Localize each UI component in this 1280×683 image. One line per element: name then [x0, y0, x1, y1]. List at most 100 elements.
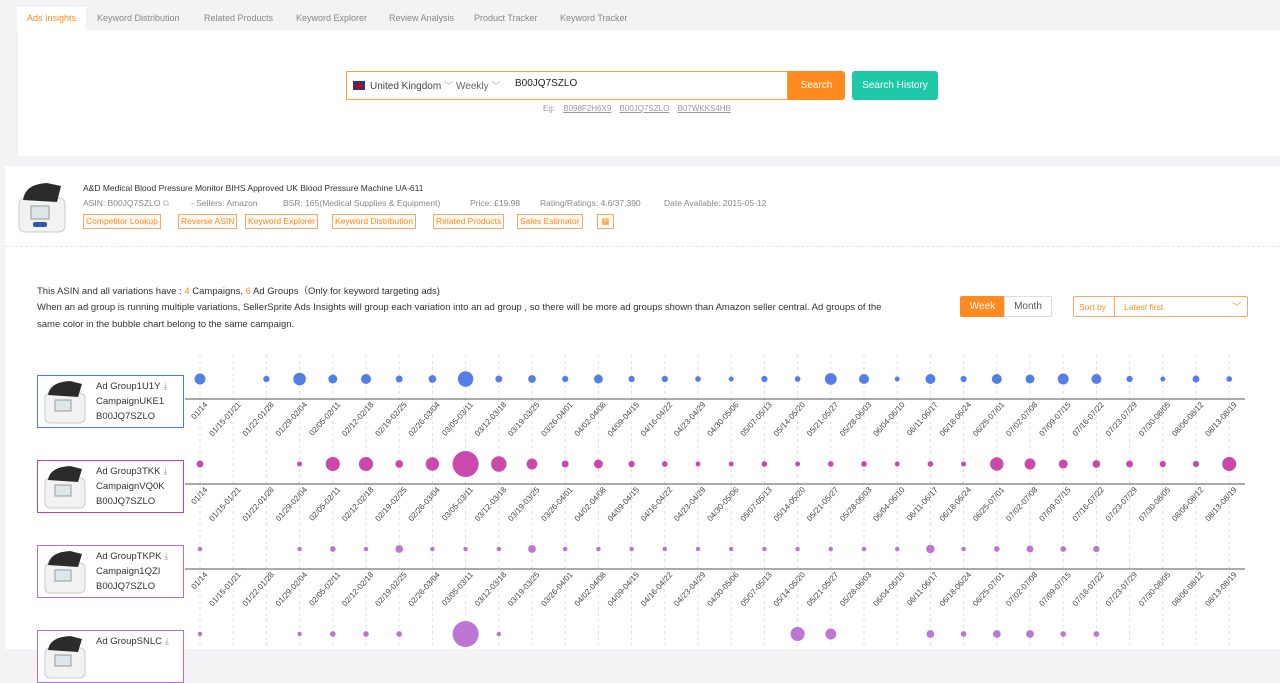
bubble-point[interactable]: [1126, 460, 1134, 468]
bubble-point[interactable]: [395, 545, 404, 553]
bubble-point[interactable]: [425, 457, 440, 471]
bubble-point[interactable]: [695, 461, 701, 467]
bubble-point[interactable]: [762, 546, 767, 552]
bubble-point[interactable]: [562, 546, 568, 552]
related-products-button[interactable]: Related Products: [433, 214, 505, 229]
bubble-point[interactable]: [825, 628, 837, 640]
tab-keyword-explorer[interactable]: Keyword Explorer: [296, 7, 367, 30]
bubble-point[interactable]: [861, 546, 867, 552]
bubble-point[interactable]: [297, 631, 302, 637]
bubble-point[interactable]: [828, 546, 834, 552]
keyword-explorer-button[interactable]: Keyword Explorer: [245, 214, 319, 229]
bubble-point[interactable]: [894, 461, 900, 467]
bubble-point[interactable]: [728, 546, 734, 552]
bubble-point[interactable]: [926, 630, 935, 638]
bubble-point[interactable]: [695, 546, 701, 552]
bubble-point[interactable]: [992, 630, 1001, 638]
bubble-point[interactable]: [197, 631, 203, 637]
bubble-point[interactable]: [662, 546, 668, 552]
bubble-point[interactable]: [925, 374, 936, 384]
sort-select[interactable]: Sort by Latest first ﹀: [1073, 296, 1248, 317]
bubble-point[interactable]: [395, 460, 404, 468]
example-asin-link[interactable]: B098F2H6X9: [563, 104, 611, 113]
ad-group-card[interactable]: Ad Group3TKK ⤓ CampaignVQ0K B00JQ7SZLO: [37, 460, 184, 513]
download-icon[interactable]: ⤓: [165, 636, 169, 646]
bubble-point[interactable]: [1093, 545, 1100, 553]
bubble-point[interactable]: [452, 451, 479, 477]
bubble-point[interactable]: [491, 456, 507, 472]
bubble-point[interactable]: [596, 546, 601, 552]
bubble-point[interactable]: [562, 375, 569, 383]
bubble-point[interactable]: [396, 631, 403, 637]
bubble-point[interactable]: [428, 375, 437, 383]
bubble-point[interactable]: [263, 375, 270, 383]
keyword-distribution-button[interactable]: Keyword Distribution: [332, 214, 416, 229]
bubble-point[interactable]: [926, 544, 935, 554]
bubble-point[interactable]: [593, 374, 603, 384]
bubble-point[interactable]: [1024, 458, 1036, 470]
download-icon[interactable]: ⤓: [163, 466, 167, 476]
bubble-point[interactable]: [452, 621, 479, 647]
bubble-point[interactable]: [196, 460, 204, 468]
bubble-point[interactable]: [628, 375, 635, 383]
bubble-point[interactable]: [1160, 376, 1166, 382]
bubble-point[interactable]: [528, 375, 536, 383]
bubble-point[interactable]: [463, 546, 468, 552]
bubble-point[interactable]: [194, 373, 206, 385]
bubble-point[interactable]: [761, 461, 768, 467]
bubble-point[interactable]: [824, 373, 837, 385]
bubble-point[interactable]: [197, 546, 203, 552]
bubble-point[interactable]: [894, 376, 900, 382]
bubble-point[interactable]: [961, 546, 966, 552]
bubble-point[interactable]: [794, 376, 801, 382]
bubble-point[interactable]: [561, 460, 569, 468]
bubble-point[interactable]: [827, 461, 834, 467]
month-toggle-button[interactable]: Month: [1004, 296, 1052, 317]
product-title[interactable]: A&D Medical Blood Pressure Monitor BIHS …: [83, 183, 423, 193]
tab-product-tracker[interactable]: Product Tracker: [474, 7, 538, 30]
search-button[interactable]: Search: [788, 71, 845, 100]
bubble-point[interactable]: [894, 546, 900, 552]
bubble-point[interactable]: [1222, 456, 1237, 472]
bubble-point[interactable]: [297, 461, 303, 467]
bubble-point[interactable]: [328, 374, 338, 384]
bubble-point[interactable]: [661, 375, 668, 383]
bubble-point[interactable]: [363, 546, 369, 552]
bubble-point[interactable]: [927, 461, 934, 467]
bubble-point[interactable]: [961, 461, 967, 467]
bubble-point[interactable]: [1126, 375, 1133, 383]
bubble-point[interactable]: [1091, 374, 1102, 384]
bubble-point[interactable]: [790, 626, 805, 642]
bubble-point[interactable]: [361, 374, 371, 384]
bubble-point[interactable]: [1060, 631, 1067, 637]
bubble-point[interactable]: [358, 456, 374, 472]
bubble-point[interactable]: [593, 459, 603, 469]
bubble-point[interactable]: [761, 375, 768, 383]
bubble-point[interactable]: [1159, 460, 1166, 468]
example-asin-link[interactable]: B00JQ7SZLO: [620, 104, 670, 113]
calculator-icon[interactable]: ▦: [597, 214, 614, 229]
bubble-point[interactable]: [628, 460, 635, 468]
bubble-point[interactable]: [661, 461, 668, 467]
bubble-point[interactable]: [430, 546, 435, 552]
bubble-point[interactable]: [325, 456, 340, 472]
bubble-point[interactable]: [1026, 630, 1034, 638]
bubble-point[interactable]: [859, 374, 869, 384]
bubble-point[interactable]: [1060, 546, 1067, 552]
download-icon[interactable]: ⤓: [163, 381, 167, 391]
ad-group-card[interactable]: Ad GroupSNLC ⤓: [37, 630, 184, 683]
ad-group-card[interactable]: Ad GroupTKPK ⤓ Campaign1QZI B00JQ7SZLO: [37, 545, 184, 598]
reverse-asin-button[interactable]: Reverse ASIN: [178, 214, 238, 229]
bubble-point[interactable]: [695, 376, 701, 382]
country-select[interactable]: United Kingdom ﹀: [370, 79, 453, 92]
bubble-point[interactable]: [990, 457, 1004, 471]
bubble-point[interactable]: [960, 375, 967, 383]
tab-keyword-tracker[interactable]: Keyword Tracker: [560, 7, 628, 30]
bubble-point[interactable]: [861, 461, 867, 467]
tab-review-analysis[interactable]: Review Analysis: [389, 7, 454, 30]
bubble-point[interactable]: [795, 461, 801, 467]
bubble-point[interactable]: [526, 458, 538, 470]
asin-search-input[interactable]: [515, 78, 775, 89]
ad-group-card[interactable]: Ad Group1U1Y ⤓ CampaignUKE1 B00JQ7SZLO: [37, 375, 184, 428]
example-asin-link[interactable]: B07WKKS4HB: [678, 104, 731, 113]
